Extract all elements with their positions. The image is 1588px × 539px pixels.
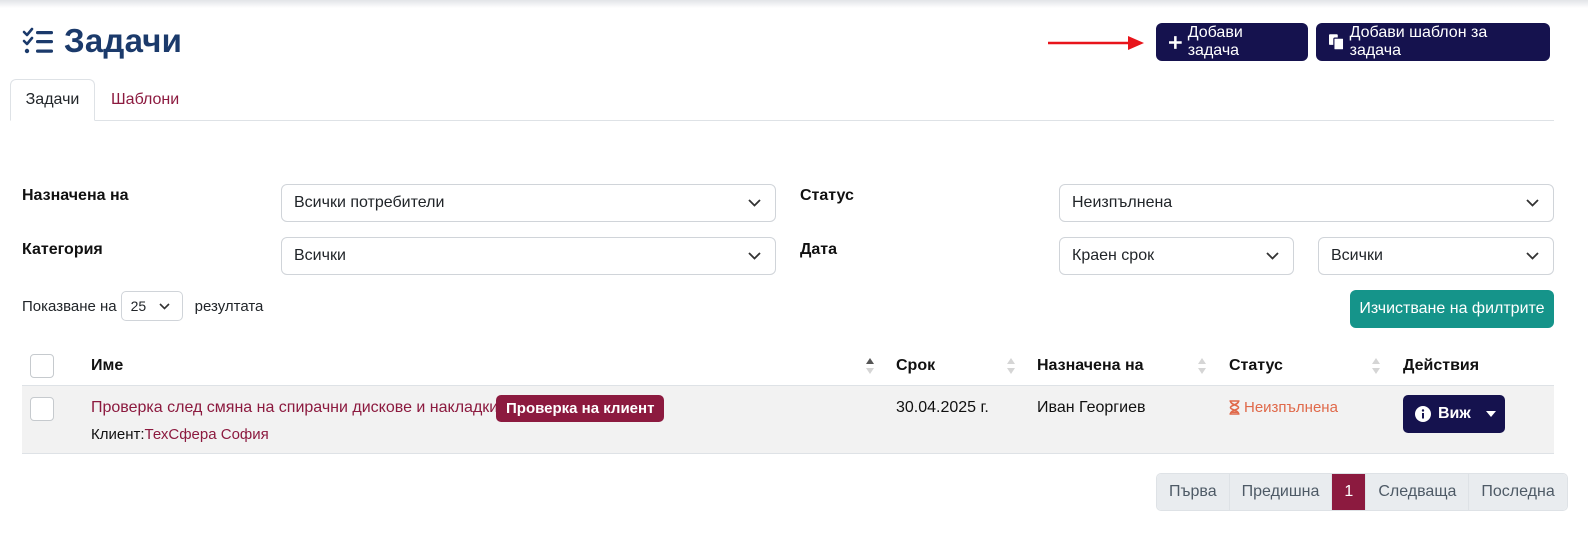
- status-text: Неизпълнена: [1244, 399, 1338, 416]
- plus-icon: [1169, 35, 1182, 49]
- page-title-text: Задачи: [64, 22, 183, 59]
- date-type-select[interactable]: Краен срок: [1059, 237, 1294, 275]
- chevron-down-icon: [159, 303, 170, 310]
- row-checkbox[interactable]: [30, 397, 54, 421]
- page-current[interactable]: 1: [1332, 474, 1367, 510]
- page-next[interactable]: Следваща: [1366, 474, 1470, 510]
- status-badge: Неизпълнена: [1229, 399, 1338, 416]
- showing-prefix: Показване на: [22, 297, 117, 315]
- column-header-name[interactable]: Име: [91, 357, 123, 375]
- chevron-down-icon: [1526, 199, 1539, 207]
- chevron-down-icon: [748, 252, 761, 260]
- category-select[interactable]: Всички: [281, 237, 776, 275]
- caret-down-icon: [1486, 411, 1496, 417]
- sort-icon[interactable]: [1006, 357, 1016, 375]
- add-template-label: Добави шаблон за задача: [1349, 24, 1488, 59]
- column-header-actions: Действия: [1403, 357, 1480, 374]
- chevron-down-icon: [1266, 252, 1279, 260]
- table-header: Име Срок Назначена на Статус Действия: [22, 346, 1554, 386]
- actions-dropdown-toggle[interactable]: [1477, 395, 1505, 433]
- page-size-select[interactable]: 25: [120, 291, 183, 321]
- hourglass-icon: [1229, 400, 1240, 415]
- info-icon: [1415, 406, 1431, 422]
- sort-asc-icon[interactable]: [865, 357, 875, 375]
- chevron-down-icon: [748, 199, 761, 207]
- due-date: 30.04.2025 г.: [896, 399, 989, 416]
- showing-suffix: резултата: [194, 297, 264, 315]
- column-header-assignee[interactable]: Назначена на: [1037, 357, 1144, 375]
- page-previous[interactable]: Предишна: [1229, 474, 1333, 510]
- page-size-control: Показване на 25 резултата: [22, 291, 263, 321]
- category-filter-label: Категория: [22, 241, 103, 258]
- sort-icon[interactable]: [1371, 357, 1381, 375]
- view-button[interactable]: Виж: [1403, 405, 1477, 423]
- assigned-select[interactable]: Всички потребители: [281, 184, 776, 222]
- add-template-button[interactable]: Добави шаблон за задача: [1316, 23, 1550, 61]
- sort-icon[interactable]: [1197, 357, 1207, 375]
- tab-templates[interactable]: Шаблони: [111, 79, 179, 121]
- client-label: Клиент:: [91, 426, 145, 443]
- add-task-button[interactable]: Добави задача: [1156, 23, 1308, 61]
- view-split-button: Виж: [1403, 395, 1505, 433]
- page-first[interactable]: Първа: [1157, 474, 1230, 510]
- client-info: Клиент:ТехСфера София: [91, 426, 269, 443]
- column-header-status[interactable]: Статус: [1229, 357, 1283, 375]
- page-last[interactable]: Последна: [1469, 474, 1567, 510]
- status-select[interactable]: Неизпълнена: [1059, 184, 1554, 222]
- top-shadow: [0, 0, 1588, 8]
- tab-bar: Задачи Шаблони: [10, 79, 1554, 121]
- client-link[interactable]: ТехСфера София: [145, 426, 269, 443]
- status-filter-label: Статус: [800, 187, 854, 204]
- date-range-select[interactable]: Всички: [1318, 237, 1554, 275]
- page-title: Задачи: [22, 22, 182, 60]
- tab-tasks[interactable]: Задачи: [10, 79, 95, 121]
- arrow-annotation-icon: [1048, 36, 1144, 50]
- task-name-link[interactable]: Проверка след смяна на спирачни дискове …: [91, 399, 498, 417]
- clear-filters-button[interactable]: Изчистване на филтрите: [1350, 290, 1554, 328]
- copy-icon: [1329, 34, 1344, 50]
- category-badge: Проверка на клиент: [496, 395, 665, 422]
- checklist-icon: [22, 27, 53, 54]
- date-filter-label: Дата: [800, 241, 838, 258]
- assignee-name: Иван Георгиев: [1037, 399, 1146, 416]
- chevron-down-icon: [1526, 252, 1539, 260]
- column-header-due[interactable]: Срок: [896, 357, 935, 375]
- tasks-table: Име Срок Назначена на Статус Действия Пр…: [22, 346, 1554, 454]
- assigned-filter-label: Назначена на: [22, 187, 129, 204]
- pagination: Първа Предишна 1 Следваща Последна: [1156, 473, 1568, 511]
- add-task-label: Добави задача: [1187, 24, 1243, 59]
- table-row: Проверка след смяна на спирачни дискове …: [22, 386, 1554, 454]
- select-all-checkbox[interactable]: [30, 354, 54, 378]
